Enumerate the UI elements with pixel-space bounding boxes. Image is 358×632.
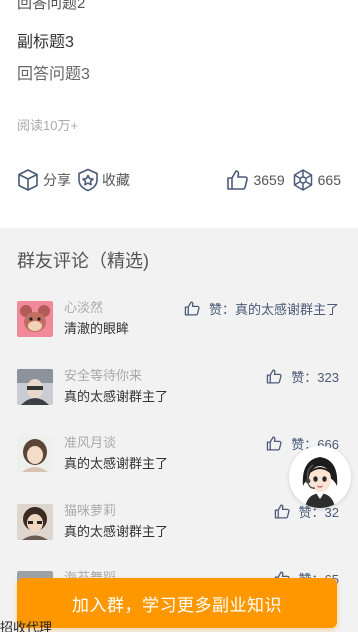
collect-button[interactable]: 收藏 [77,168,130,192]
service-girl-icon [289,446,351,508]
avatar [17,369,53,405]
share-count: 665 [317,172,341,188]
network-hex-icon [293,169,312,191]
recruit-agent-text: 招收代理 [0,620,53,632]
comment-nickname: 准风月谈 [64,435,117,450]
comment-text: 真的太感谢群主了 [64,456,169,471]
comment-like-count: 赞：真的太感谢群主了 [208,302,339,317]
join-group-button[interactable]: 加入群，学习更多副业知识 [17,578,337,628]
like-count: 3659 [253,172,285,188]
comment-like-button[interactable]: 赞：真的太感谢群主了 [184,299,339,318]
avatar [17,504,53,540]
thumbs-up-icon [267,436,282,451]
share-label: 分享 [43,172,71,188]
star-badge-icon [78,168,98,192]
read-count: 阅读10万+ [17,118,79,133]
article-actions: 分享 收藏 3659 665 [16,167,341,193]
share-count-button[interactable]: 665 [291,168,341,192]
comment-text: 清澈的眼眸 [64,321,130,336]
comment-nickname: 安全等待你来 [64,368,143,383]
customer-service-avatar-button[interactable] [289,446,351,508]
thumbs-up-icon [274,504,290,519]
comment-text: 真的太感谢群主了 [64,389,169,404]
answer-2-text: 回答问题2 [17,0,86,12]
comment-nickname: 猫咪萝莉 [64,503,117,518]
comment-nickname: 心淡然 [64,300,104,315]
collect-label: 收藏 [102,172,130,188]
article-card: 回答问题2 副标题3 回答问题3 阅读10万+ 分享 收藏 3659 665 [0,0,358,228]
thumbs-up-icon [184,301,200,316]
thumbs-up-icon [227,170,249,190]
avatar [17,436,53,472]
share-button[interactable]: 分享 [16,168,71,192]
answer-3-text: 回答问题3 [17,66,90,83]
comment-like-count: 赞：323 [291,370,339,385]
comments-title: 群友评论（精选) [17,251,149,271]
thumbs-up-icon [267,369,282,384]
comment-item: 猫咪萝莉 真的太感谢群主了 赞：32 [17,500,339,540]
comment-text: 真的太感谢群主了 [64,524,169,539]
like-button[interactable]: 3659 [226,168,285,192]
subtitle-3: 副标题3 [17,34,74,51]
cube-share-icon [18,169,38,191]
comment-item: 安全等待你来 真的太感谢群主了 赞：323 [17,365,339,405]
comment-like-button[interactable]: 赞：323 [266,367,339,386]
comment-item: 心淡然 清澈的眼眸 赞：真的太感谢群主了 [17,297,339,337]
avatar [17,301,53,337]
